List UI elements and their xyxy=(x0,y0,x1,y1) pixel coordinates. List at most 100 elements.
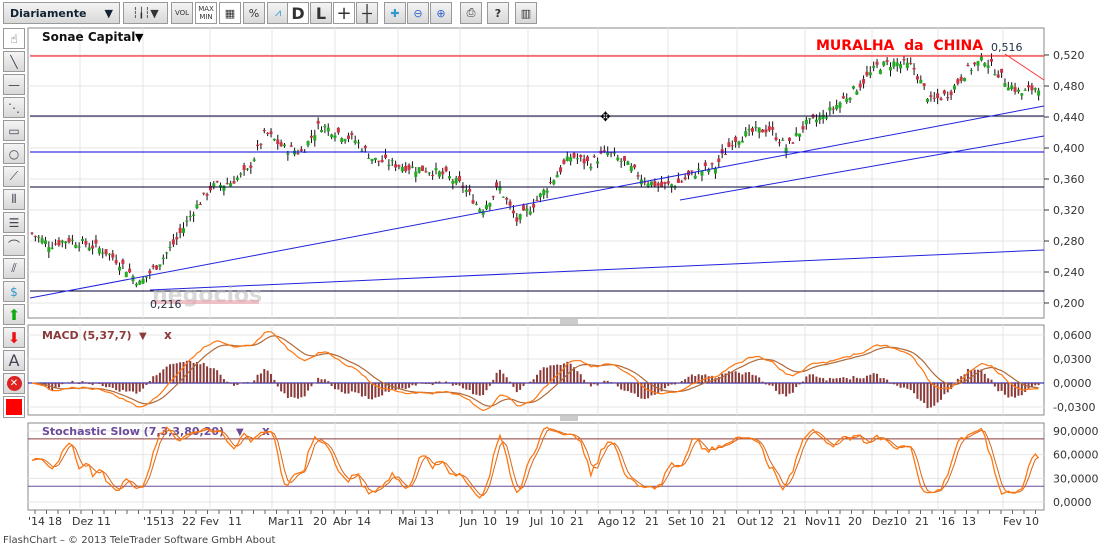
date-axis-label: 21 xyxy=(645,515,659,528)
macd-histogram-bar xyxy=(902,383,905,388)
candle-body xyxy=(316,120,320,124)
candle-body xyxy=(717,158,721,162)
candle-body xyxy=(158,264,162,267)
macd-histogram-bar xyxy=(583,379,586,383)
macd-histogram-bar xyxy=(1007,383,1010,398)
candle-body xyxy=(212,183,216,187)
candle-body xyxy=(195,204,199,209)
candle-body xyxy=(97,248,101,254)
panel-resize-handle[interactable] xyxy=(560,416,578,421)
candle-body xyxy=(77,246,81,248)
candle-body xyxy=(410,166,414,168)
macd-histogram-bar xyxy=(263,368,266,383)
date-axis-label: 21 xyxy=(570,515,584,528)
candle-body xyxy=(404,165,408,172)
candle-body xyxy=(986,65,990,68)
macd-histogram-bar xyxy=(68,382,71,383)
candle-body xyxy=(81,238,84,241)
macd-histogram-bar xyxy=(865,375,868,383)
macd-histogram-bar xyxy=(532,379,535,383)
candle-body xyxy=(1027,85,1031,88)
macd-histogram-bar xyxy=(620,383,623,390)
footer[interactable]: FlashChart – © 2013 TeleTrader Software … xyxy=(3,535,275,546)
macd-label[interactable]: MACD (5,37,7) xyxy=(42,329,132,342)
macd-histogram-bar xyxy=(404,383,407,389)
macd-histogram-bar xyxy=(603,380,606,383)
macd-histogram-bar xyxy=(498,369,501,383)
macd-histogram-bar xyxy=(990,379,993,383)
candle-body xyxy=(171,239,175,245)
candle-body xyxy=(818,117,822,120)
macd-histogram-bar xyxy=(57,383,60,388)
macd-histogram-bar xyxy=(236,383,239,385)
macd-histogram-bar xyxy=(431,383,434,386)
candle-body xyxy=(693,175,697,179)
candle-body xyxy=(111,253,115,258)
candle-body xyxy=(495,182,499,188)
candle-body xyxy=(279,142,283,147)
candle-body xyxy=(828,107,832,111)
macd-dropdown-icon[interactable]: ▼ xyxy=(139,331,147,342)
date-axis-label: 11 xyxy=(97,515,111,528)
macd-histogram-bar xyxy=(88,383,91,385)
macd-histogram-bar xyxy=(165,366,168,383)
candle-body xyxy=(155,265,159,270)
instrument-selector[interactable]: Sonae Capital xyxy=(42,30,135,44)
candle-body xyxy=(276,139,280,145)
candle-body xyxy=(525,208,529,212)
candle-body xyxy=(734,137,738,143)
candle-body xyxy=(616,157,620,161)
candle-body xyxy=(703,162,707,167)
candle-body xyxy=(683,177,687,180)
chart-canvas[interactable]: negocios Sonae Capital ▼ MURALHA da CHIN… xyxy=(0,0,1108,546)
candle-body xyxy=(384,154,387,158)
macd-histogram-bar xyxy=(505,377,508,383)
macd-histogram-bar xyxy=(569,363,572,383)
candle-body xyxy=(808,118,812,120)
candle-body xyxy=(397,165,401,167)
candle-body xyxy=(107,253,111,255)
candle-body xyxy=(70,239,74,241)
macd-histogram-bar xyxy=(290,383,293,397)
date-axis-label: Abr xyxy=(333,515,353,528)
candle-body xyxy=(205,194,209,196)
candle-body xyxy=(33,235,37,237)
macd-histogram-bar xyxy=(270,373,273,383)
macd-histogram-bar xyxy=(1017,383,1020,396)
candle-body xyxy=(373,157,377,160)
macd-axis-label: 0,0600 xyxy=(1053,329,1092,342)
candle-body xyxy=(124,272,128,278)
macd-histogram-bar xyxy=(606,380,609,383)
macd-histogram-bar xyxy=(138,383,141,392)
macd-histogram-bar xyxy=(892,383,895,385)
panel-resize-handle[interactable] xyxy=(560,319,578,324)
candle-body xyxy=(229,183,233,187)
macd-histogram-bar xyxy=(822,378,825,383)
macd-histogram-bar xyxy=(643,383,646,400)
macd-histogram-bar xyxy=(909,383,912,390)
date-axis-label: '15 xyxy=(143,515,160,528)
macd-histogram-bar xyxy=(818,377,821,383)
price-axis-label: 0,200 xyxy=(1053,297,1085,310)
candle-body xyxy=(619,160,623,162)
macd-histogram-bar xyxy=(529,381,532,383)
candle-body xyxy=(912,67,916,70)
macd-axis-label: 0,0000 xyxy=(1053,377,1092,390)
macd-histogram-bar xyxy=(317,377,320,383)
candle-body xyxy=(740,140,744,143)
stoch-dropdown-icon[interactable]: ▼ xyxy=(236,427,244,438)
candle-body xyxy=(407,164,411,170)
candle-body xyxy=(804,119,808,125)
macd-close-button[interactable]: x xyxy=(164,328,172,342)
macd-histogram-bar xyxy=(61,383,64,385)
candle-body xyxy=(330,134,334,138)
candle-body xyxy=(596,161,600,164)
candle-body xyxy=(491,196,495,198)
candle-body xyxy=(700,170,704,176)
date-axis-label: 10 xyxy=(483,515,497,528)
date-axis-label: 18 xyxy=(48,515,62,528)
candle-body xyxy=(946,97,950,99)
instrument-dropdown-icon[interactable]: ▼ xyxy=(135,31,144,44)
macd-histogram-bar xyxy=(596,383,599,386)
candle-body xyxy=(252,159,256,161)
